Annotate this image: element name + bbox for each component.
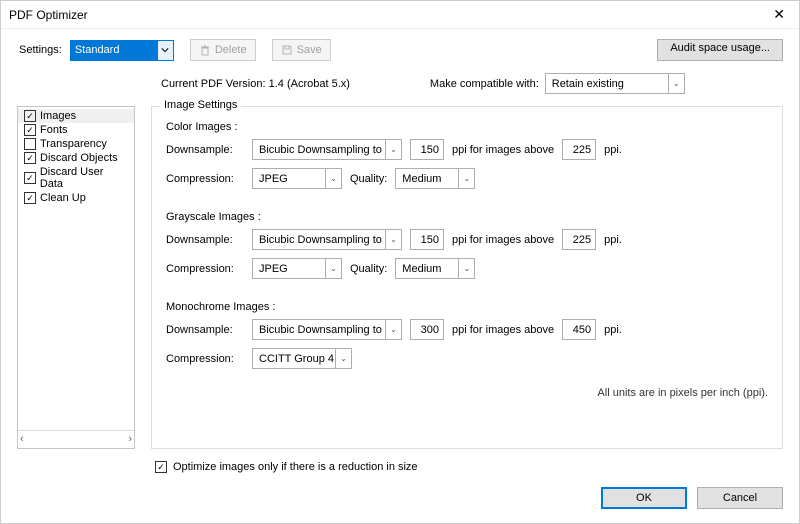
- compression-label: Compression:: [166, 173, 244, 185]
- checkbox[interactable]: ✓: [24, 192, 36, 204]
- optimize-label: Optimize images only if there is a reduc…: [173, 461, 418, 473]
- color-above-dpi-input[interactable]: [562, 139, 596, 160]
- color-dpi-input[interactable]: [410, 139, 444, 160]
- sidebar-item-label: Images: [40, 110, 76, 122]
- compat-label: Make compatible with:: [430, 78, 539, 90]
- settings-label: Settings:: [19, 44, 62, 56]
- sidebar-item-discard-objects[interactable]: ✓ Discard Objects: [18, 151, 134, 165]
- checkbox[interactable]: ✓: [24, 110, 36, 122]
- footer: OK Cancel: [1, 481, 799, 523]
- chevron-down-icon: ⌄: [668, 74, 684, 93]
- checkbox[interactable]: [24, 138, 36, 150]
- gray-compression-select[interactable]: JPEG⌄: [252, 258, 342, 279]
- category-sidebar: ✓ Images ✓ Fonts Transparency ✓ Discard Object…: [17, 106, 135, 449]
- chevron-down-icon: ⌄: [325, 169, 341, 188]
- save-button: Save: [272, 39, 331, 61]
- color-downsample-select[interactable]: Bicubic Downsampling to⌄: [252, 139, 402, 160]
- color-quality-select[interactable]: Medium⌄: [395, 168, 475, 189]
- pdf-optimizer-window: PDF Optimizer ✕ Settings: Standard Delet…: [0, 0, 800, 524]
- chevron-down-icon: ⌄: [458, 259, 474, 278]
- gray-downsample-select[interactable]: Bicubic Downsampling to⌄: [252, 229, 402, 250]
- ok-button[interactable]: OK: [601, 487, 687, 509]
- gray-above-dpi-input[interactable]: [562, 229, 596, 250]
- save-icon: [281, 44, 293, 56]
- titlebar: PDF Optimizer ✕: [1, 1, 799, 29]
- info-row: Current PDF Version: 1.4 (Acrobat 5.x) M…: [1, 69, 799, 106]
- window-title: PDF Optimizer: [9, 8, 767, 22]
- chevron-down-icon: ⌄: [385, 320, 401, 339]
- gray-quality-select[interactable]: Medium⌄: [395, 258, 475, 279]
- gray-dpi-input[interactable]: [410, 229, 444, 250]
- chevron-down-icon: ⌄: [458, 169, 474, 188]
- cancel-button[interactable]: Cancel: [697, 487, 783, 509]
- downsample-label: Downsample:: [166, 144, 244, 156]
- image-settings-group: Image Settings Color Images : Downsample…: [151, 106, 783, 449]
- close-icon[interactable]: ✕: [767, 6, 791, 23]
- body: ✓ Images ✓ Fonts Transparency ✓ Discard Object…: [1, 106, 799, 453]
- audit-space-usage-button[interactable]: Audit space usage...: [657, 39, 783, 61]
- mono-compression-select[interactable]: CCITT Group 4⌄: [252, 348, 352, 369]
- sidebar-item-images[interactable]: ✓ Images: [18, 109, 134, 123]
- sidebar-item-label: Discard Objects: [40, 152, 118, 164]
- settings-value: Standard: [75, 44, 120, 56]
- sidebar-item-transparency[interactable]: Transparency: [18, 137, 134, 151]
- scroll-right-icon[interactable]: ›: [128, 433, 132, 445]
- sidebar-item-fonts[interactable]: ✓ Fonts: [18, 123, 134, 137]
- sidebar-scrollbar[interactable]: ‹ ›: [18, 430, 134, 446]
- mono-downsample-select[interactable]: Bicubic Downsampling to⌄: [252, 319, 402, 340]
- color-compression-select[interactable]: JPEG⌄: [252, 168, 342, 189]
- optimize-checkbox[interactable]: ✓: [155, 461, 167, 473]
- chevron-down-icon: ⌄: [325, 259, 341, 278]
- compat-section: Make compatible with: Retain existing ⌄: [430, 73, 685, 94]
- sidebar-item-label: Clean Up: [40, 192, 86, 204]
- chevron-down-icon: [157, 41, 173, 60]
- mono-dpi-input[interactable]: [410, 319, 444, 340]
- scroll-left-icon[interactable]: ‹: [20, 433, 24, 445]
- units-footnote: All units are in pixels per inch (ppi).: [166, 387, 768, 399]
- chevron-down-icon: ⌄: [385, 230, 401, 249]
- chevron-down-icon: ⌄: [335, 349, 351, 368]
- color-images-title: Color Images :: [166, 121, 768, 133]
- toolbar: Settings: Standard Delete Save Audit spa…: [1, 29, 799, 69]
- mono-images-title: Monochrome Images :: [166, 301, 768, 313]
- sidebar-item-label: Transparency: [40, 138, 107, 150]
- delete-button: Delete: [190, 39, 256, 61]
- checkbox[interactable]: ✓: [24, 172, 36, 184]
- chevron-down-icon: ⌄: [385, 140, 401, 159]
- trash-icon: [199, 44, 211, 56]
- checkbox[interactable]: ✓: [24, 124, 36, 136]
- settings-panel: Image Settings Color Images : Downsample…: [151, 106, 783, 449]
- group-title: Image Settings: [160, 99, 241, 111]
- checkbox[interactable]: ✓: [24, 152, 36, 164]
- sidebar-item-label: Discard User Data: [40, 166, 128, 190]
- current-pdf-version: Current PDF Version: 1.4 (Acrobat 5.x): [161, 78, 350, 90]
- sidebar-item-label: Fonts: [40, 124, 68, 136]
- mono-above-dpi-input[interactable]: [562, 319, 596, 340]
- sidebar-item-discard-user-data[interactable]: ✓ Discard User Data: [18, 165, 134, 191]
- settings-select[interactable]: Standard: [70, 40, 174, 61]
- sidebar-item-clean-up[interactable]: ✓ Clean Up: [18, 191, 134, 205]
- compat-select[interactable]: Retain existing ⌄: [545, 73, 685, 94]
- gray-images-title: Grayscale Images :: [166, 211, 768, 223]
- optimize-row: ✓ Optimize images only if there is a red…: [1, 453, 799, 481]
